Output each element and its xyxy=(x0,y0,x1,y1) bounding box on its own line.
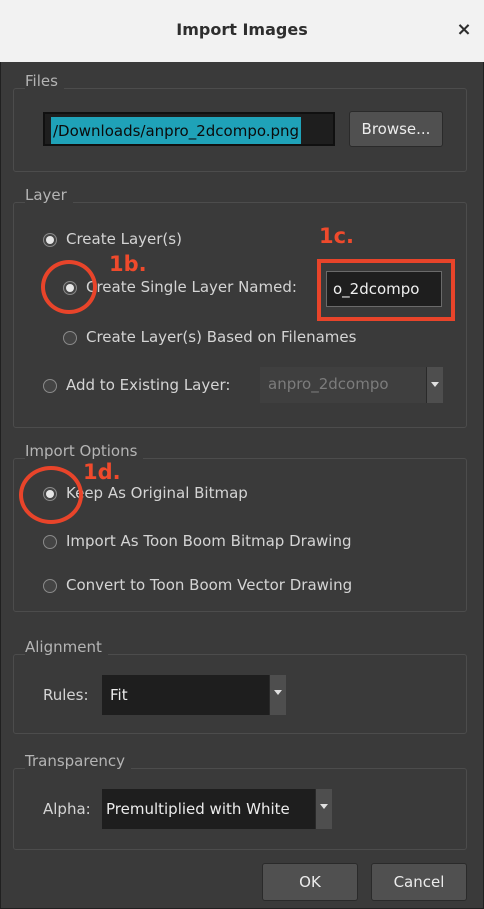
rules-value: Fit xyxy=(110,686,128,704)
alignment-group-title: Alignment xyxy=(25,638,108,656)
file-path-selected-text: /Downloads/anpro_2dcompo.png xyxy=(51,117,302,144)
toonboom-bitmap-radio[interactable]: Import As Toon Boom Bitmap Drawing xyxy=(43,532,351,550)
import-options-group-title: Import Options xyxy=(25,442,144,460)
existing-layer-dropdown[interactable]: anpro_2dcompo xyxy=(260,367,443,403)
transparency-group-title: Transparency xyxy=(25,752,132,770)
existing-layer-radio[interactable]: Add to Existing Layer: xyxy=(43,376,230,394)
toonboom-bitmap-label: Import As Toon Boom Bitmap Drawing xyxy=(66,532,352,550)
rules-label: Rules: xyxy=(43,686,89,704)
file-path-input[interactable]: /Downloads/anpro_2dcompo.png xyxy=(43,112,335,146)
files-group-title: Files xyxy=(25,72,64,90)
existing-layer-label: Add to Existing Layer: xyxy=(66,376,231,394)
radio-indicator xyxy=(43,232,57,247)
toonboom-vector-label: Convert to Toon Boom Vector Drawing xyxy=(66,576,353,594)
annotation-box-1c xyxy=(317,259,455,321)
chevron-down-icon xyxy=(426,367,443,403)
import-images-dialog: Files /Downloads/anpro_2dcompo.png Brows… xyxy=(0,62,484,909)
cancel-button[interactable]: Cancel xyxy=(371,863,467,901)
create-layers-radio[interactable]: Create Layer(s) xyxy=(43,230,182,248)
radio-indicator xyxy=(43,534,57,549)
radio-indicator xyxy=(43,578,57,593)
annotation-circle-1d xyxy=(19,466,83,524)
single-layer-radio[interactable]: Create Single Layer Named: xyxy=(63,278,297,296)
alpha-value: Premultiplied with White xyxy=(106,800,290,818)
filenames-label: Create Layer(s) Based on Filenames xyxy=(86,328,357,346)
keep-original-label: Keep As Original Bitmap xyxy=(66,484,248,502)
radio-indicator xyxy=(63,330,77,345)
dialog-title: Import Images xyxy=(176,20,308,39)
rules-dropdown[interactable]: Fit xyxy=(102,675,286,715)
alpha-dropdown[interactable]: Premultiplied with White xyxy=(102,789,332,829)
existing-layer-value: anpro_2dcompo xyxy=(268,375,389,393)
ok-button[interactable]: OK xyxy=(262,863,358,901)
create-layers-label: Create Layer(s) xyxy=(66,230,182,248)
chevron-down-icon xyxy=(269,675,286,715)
chevron-down-icon xyxy=(315,789,332,829)
layer-group-title: Layer xyxy=(25,186,73,204)
annotation-circle-1b xyxy=(41,260,97,314)
radio-indicator xyxy=(43,378,57,393)
single-layer-label: Create Single Layer Named: xyxy=(86,278,297,296)
annotation-label-1d: 1d. xyxy=(83,460,121,484)
filenames-radio[interactable]: Create Layer(s) Based on Filenames xyxy=(63,328,356,346)
browse-button[interactable]: Browse... xyxy=(349,111,443,147)
close-icon[interactable]: × xyxy=(452,18,476,42)
title-bar: Import Images × xyxy=(0,0,484,63)
annotation-label-1c: 1c. xyxy=(319,224,355,248)
annotation-label-1b: 1b. xyxy=(109,252,147,276)
alpha-label: Alpha: xyxy=(43,800,91,818)
toonboom-vector-radio[interactable]: Convert to Toon Boom Vector Drawing xyxy=(43,576,352,594)
